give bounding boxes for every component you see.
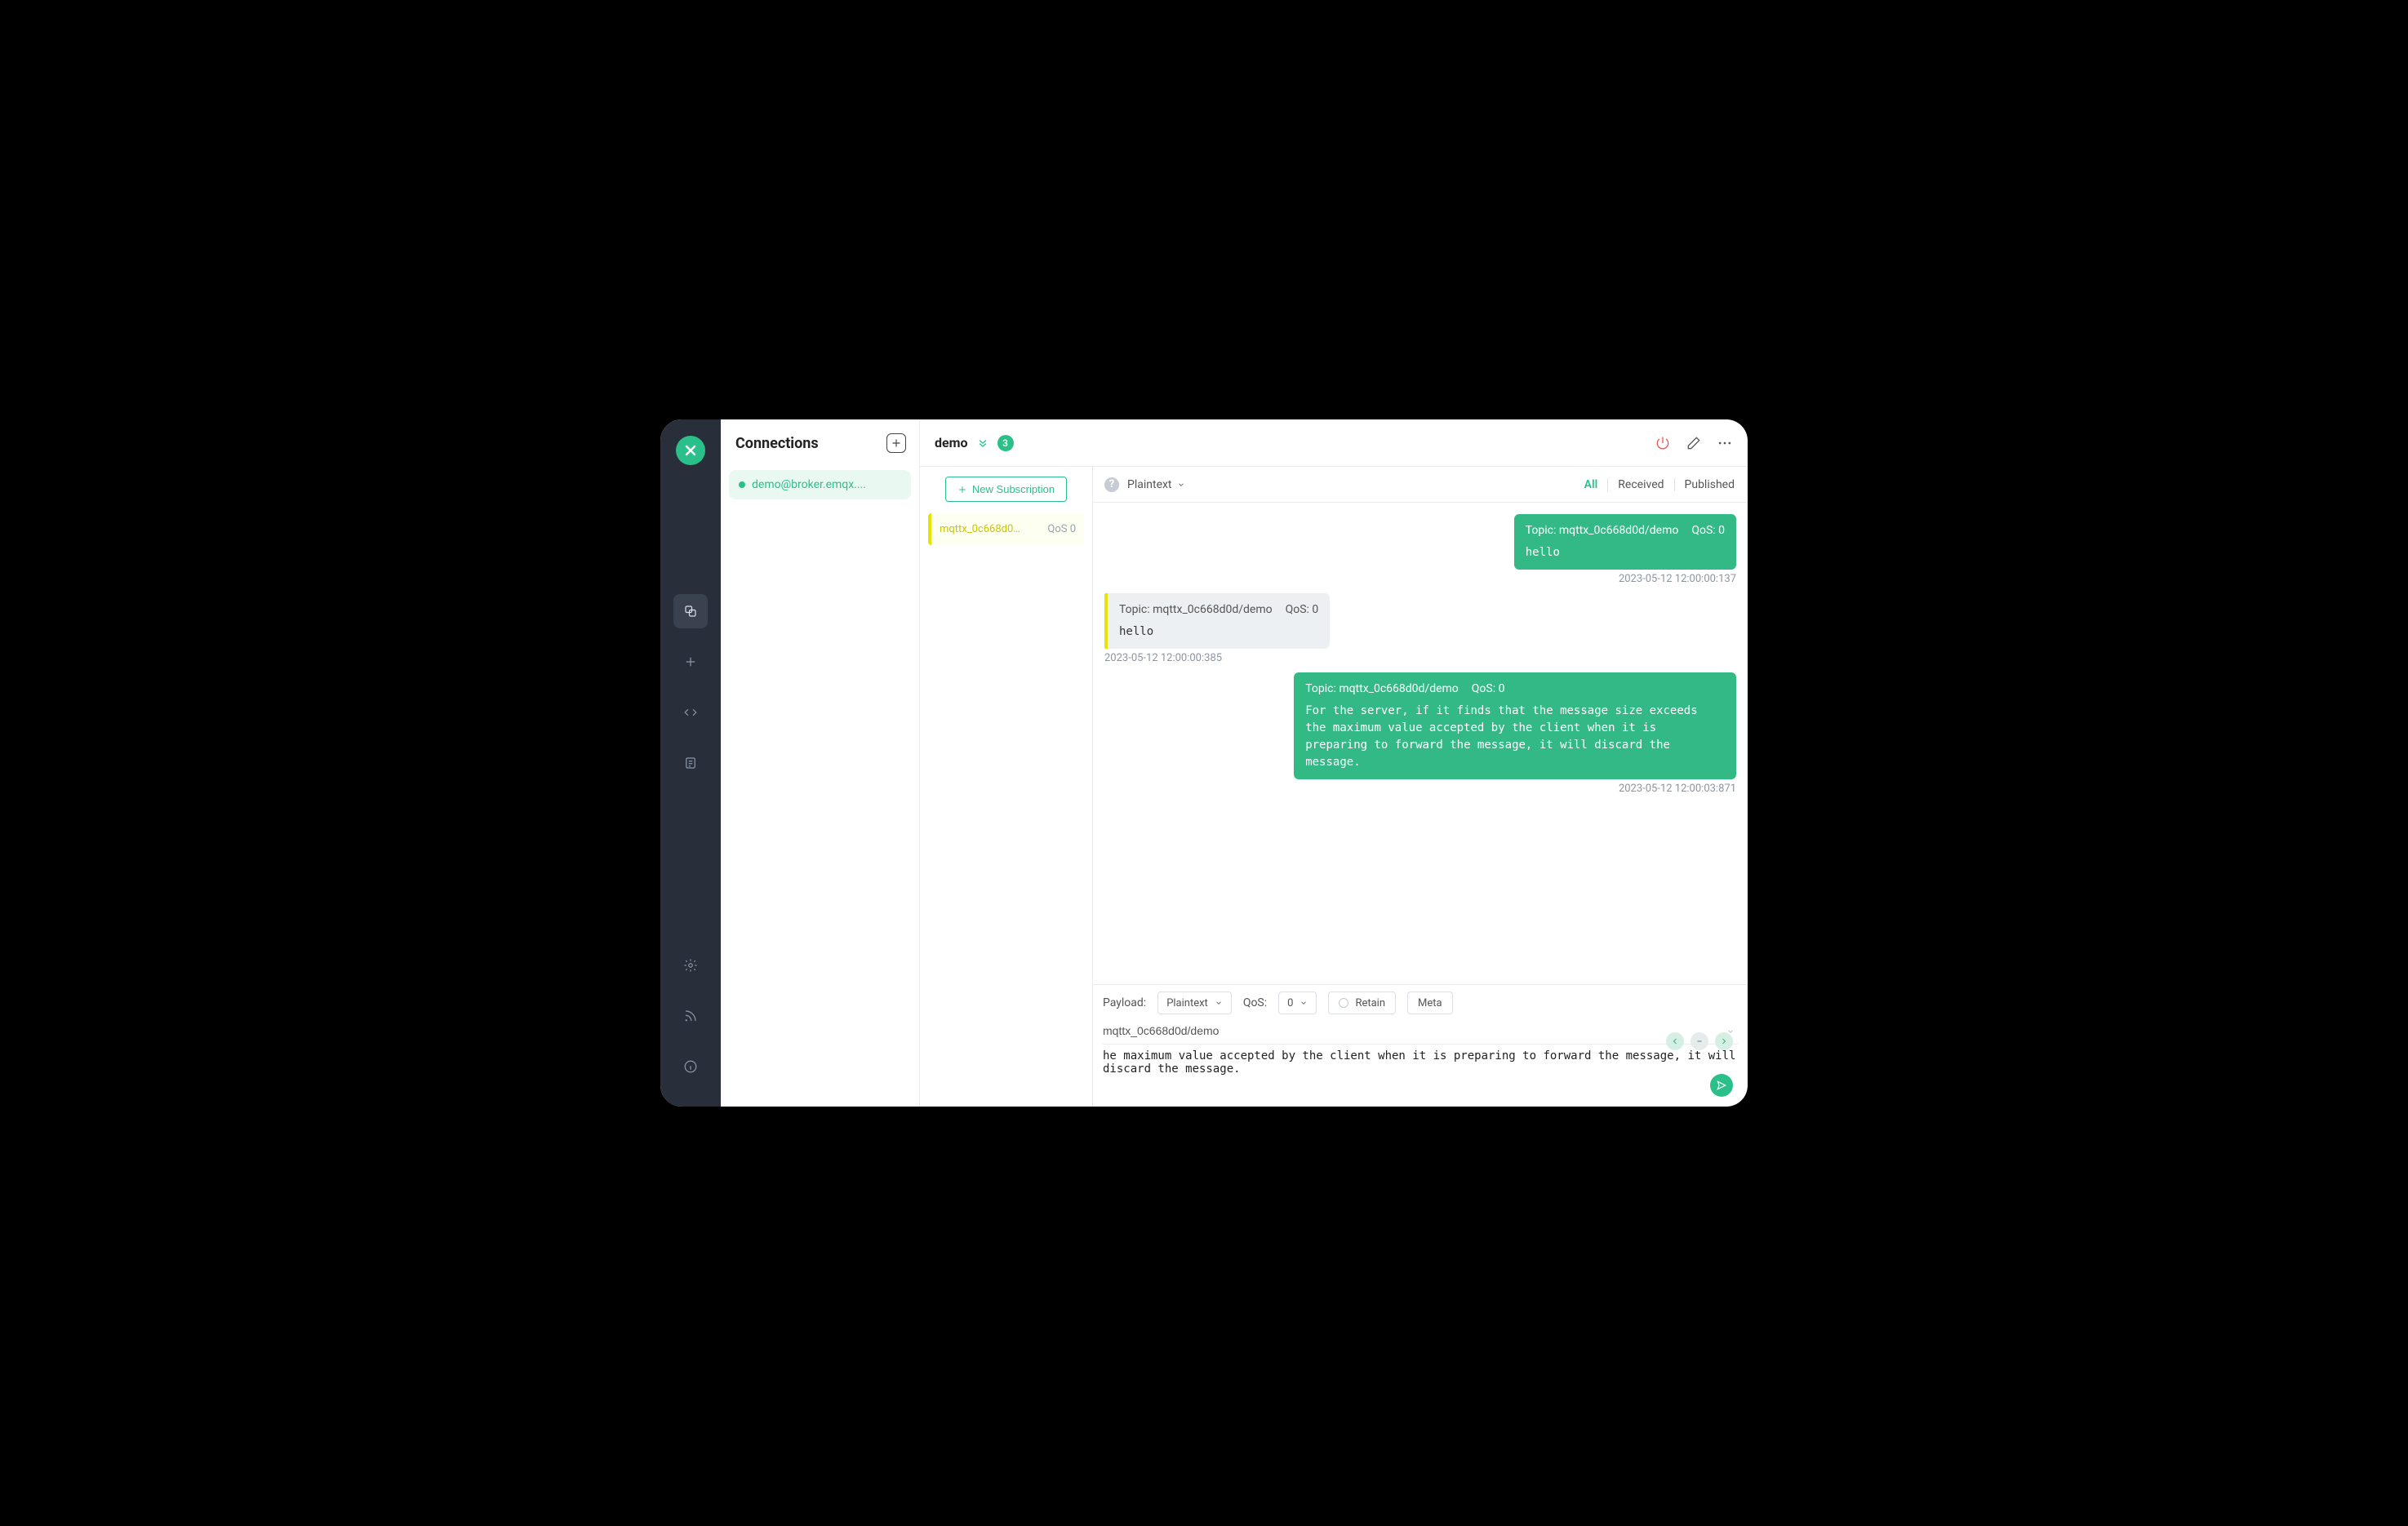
collapse-subscriptions[interactable] <box>976 437 989 450</box>
message-timestamp: 2023-05-12 12:00:00:385 <box>1104 652 1222 664</box>
nav-info[interactable] <box>673 1049 708 1084</box>
code-icon <box>683 705 698 720</box>
chevron-down-icon <box>1215 999 1223 1007</box>
edit-connection-button[interactable] <box>1686 435 1702 451</box>
composer-topic-input[interactable] <box>1103 1021 1723 1040</box>
nav-settings[interactable] <box>673 948 708 983</box>
help-button[interactable]: ? <box>1104 477 1119 492</box>
connections-title: Connections <box>735 435 819 452</box>
gear-icon <box>683 958 698 973</box>
nav-rail <box>660 419 721 1107</box>
message-pane: ? Plaintext All Received Published Topic… <box>1093 467 1748 1107</box>
connections-icon <box>683 604 698 619</box>
payload-format-label: Plaintext <box>1127 478 1172 491</box>
composer: Payload: Plaintext QoS: 0 <box>1093 984 1748 1107</box>
page-next-button[interactable] <box>1715 1032 1733 1050</box>
disconnect-button[interactable] <box>1655 435 1671 451</box>
message-bubble[interactable]: Topic: mqttx_0c668d0d/demo QoS: 0 hello <box>1514 514 1736 570</box>
subscription-qos: QoS 0 <box>1047 523 1076 535</box>
pager-controls <box>1666 1032 1733 1050</box>
radio-icon <box>1339 998 1348 1008</box>
message-qos: QoS: 0 <box>1286 601 1319 619</box>
subscription-item[interactable]: mqttx_0c668d0... QoS 0 <box>928 513 1084 545</box>
payload-format-select[interactable]: Plaintext <box>1127 478 1185 491</box>
chevron-down-icon <box>1300 999 1308 1007</box>
tab-all[interactable]: All <box>1583 478 1600 491</box>
composer-payload-input[interactable] <box>1103 1045 1738 1093</box>
message-qos: QoS: 0 <box>1472 681 1505 698</box>
message-row: Topic: mqttx_0c668d0d/demo QoS: 0 hello 202… <box>1104 514 1736 585</box>
arrow-left-icon <box>1670 1036 1680 1046</box>
payload-label: Payload: <box>1103 996 1146 1009</box>
tab-received[interactable]: Received <box>1616 478 1665 491</box>
qos-label: QoS: <box>1243 996 1267 1009</box>
logo-icon <box>682 442 699 459</box>
new-subscription-button[interactable]: New Subscription <box>945 477 1067 502</box>
send-icon <box>1716 1080 1727 1091</box>
power-icon <box>1655 435 1671 451</box>
message-payload: For the server, if it finds that the mes… <box>1305 703 1725 771</box>
message-topic: Topic: mqttx_0c668d0d/demo <box>1526 522 1679 539</box>
nav-connections[interactable] <box>673 594 708 628</box>
main-panel: demo 3 <box>920 419 1748 1107</box>
message-timestamp: 2023-05-12 12:00:00:137 <box>1619 573 1736 585</box>
chevron-down-icon <box>1177 481 1185 489</box>
connection-topbar: demo 3 <box>920 419 1748 467</box>
message-row: Topic: mqttx_0c668d0d/demo QoS: 0 For the … <box>1104 672 1736 795</box>
new-subscription-label: New Subscription <box>972 483 1055 495</box>
subscription-topic: mqttx_0c668d0... <box>940 523 1021 535</box>
message-topic: Topic: mqttx_0c668d0d/demo <box>1305 681 1459 698</box>
dots-icon <box>1717 435 1733 451</box>
add-connection-button[interactable] <box>886 433 906 453</box>
retain-toggle[interactable]: Retain <box>1328 991 1396 1014</box>
page-indicator[interactable] <box>1690 1032 1708 1050</box>
pencil-icon <box>1686 435 1702 451</box>
message-list[interactable]: Topic: mqttx_0c668d0d/demo QoS: 0 hello 202… <box>1093 503 1748 984</box>
tab-published[interactable]: Published <box>1683 478 1736 491</box>
composer-format-select[interactable]: Plaintext <box>1157 991 1232 1014</box>
message-topic: Topic: mqttx_0c668d0d/demo <box>1119 601 1273 619</box>
info-icon <box>683 1059 698 1074</box>
nav-updates[interactable] <box>673 999 708 1033</box>
double-chevron-down-icon <box>976 437 989 450</box>
message-meta: Topic: mqttx_0c668d0d/demo QoS: 0 <box>1526 522 1725 539</box>
page-prev-button[interactable] <box>1666 1032 1684 1050</box>
message-filter-bar: ? Plaintext All Received Published <box>1093 467 1748 503</box>
message-payload: hello <box>1526 544 1725 561</box>
plus-icon <box>891 437 902 449</box>
message-timestamp: 2023-05-12 12:00:03:871 <box>1619 783 1736 795</box>
message-payload: hello <box>1119 623 1318 641</box>
meta-button[interactable]: Meta <box>1407 991 1453 1014</box>
connection-name: demo@broker.emqx.... <box>752 478 866 491</box>
connection-title: demo <box>935 435 968 450</box>
nav-log[interactable] <box>673 746 708 780</box>
subscription-count-badge: 3 <box>997 435 1014 451</box>
dash-icon <box>1695 1036 1704 1046</box>
feed-icon <box>683 1009 698 1023</box>
composer-qos-select[interactable]: 0 <box>1278 991 1317 1014</box>
message-qos: QoS: 0 <box>1691 522 1725 539</box>
plus-icon <box>683 654 698 669</box>
message-meta: Topic: mqttx_0c668d0d/demo QoS: 0 <box>1305 681 1725 698</box>
connections-header: Connections <box>721 419 919 467</box>
log-icon <box>683 756 698 770</box>
message-meta: Topic: mqttx_0c668d0d/demo QoS: 0 <box>1119 601 1318 619</box>
subscriptions-panel: New Subscription mqttx_0c668d0... QoS 0 <box>920 467 1093 1107</box>
status-dot-icon <box>739 481 745 488</box>
nav-scripts[interactable] <box>673 695 708 730</box>
more-actions-button[interactable] <box>1717 435 1733 451</box>
connections-panel: Connections demo@broker.emqx.... <box>721 419 920 1107</box>
connection-item[interactable]: demo@broker.emqx.... <box>729 470 911 499</box>
message-bubble[interactable]: Topic: mqttx_0c668d0d/demo QoS: 0 For the … <box>1294 672 1736 779</box>
message-bubble[interactable]: Topic: mqttx_0c668d0d/demo QoS: 0 hello <box>1104 593 1330 649</box>
app-logo <box>676 436 705 465</box>
plus-icon <box>957 485 967 495</box>
app-window: Connections demo@broker.emqx.... demo <box>660 419 1748 1107</box>
nav-new[interactable] <box>673 645 708 679</box>
send-button[interactable] <box>1710 1074 1733 1097</box>
message-row: Topic: mqttx_0c668d0d/demo QoS: 0 hello 202… <box>1104 593 1736 664</box>
arrow-right-icon <box>1719 1036 1729 1046</box>
